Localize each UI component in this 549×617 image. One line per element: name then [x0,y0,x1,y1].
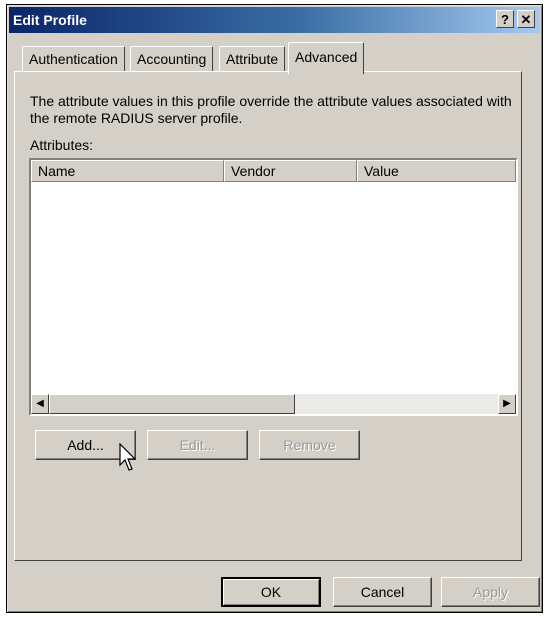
tab-accounting[interactable]: Accounting [130,46,214,72]
tab-authentication[interactable]: Authentication [22,46,125,72]
ok-button[interactable]: OK [221,577,321,607]
cancel-button[interactable]: Cancel [333,577,432,607]
title-bar[interactable]: Edit Profile ? ✕ [9,7,540,33]
scrollbar-thumb[interactable] [49,394,295,414]
edit-button[interactable]: Edit... [147,430,248,460]
advanced-description: The attribute values in this profile ove… [30,93,512,126]
column-header-name[interactable]: Name [31,160,224,182]
close-button[interactable]: ✕ [517,10,535,28]
help-button[interactable]: ? [496,10,514,28]
tab-advanced[interactable]: Advanced [288,42,365,74]
tab-attribute[interactable]: Attribute [219,46,286,72]
horizontal-scrollbar[interactable]: ◀ ▶ [31,394,516,414]
column-header-value[interactable]: Value [357,160,516,182]
attributes-label: Attributes: [30,137,94,153]
remove-button[interactable]: Remove [259,430,360,460]
attributes-list[interactable]: Name Vendor Value ◀ ▶ [29,158,518,416]
apply-button[interactable]: Apply [441,577,540,607]
mouse-pointer-icon [119,443,137,471]
scroll-right-arrow-icon[interactable]: ▶ [498,394,516,414]
scroll-left-arrow-icon[interactable]: ◀ [31,394,49,414]
column-header-vendor[interactable]: Vendor [224,160,357,182]
window-title: Edit Profile [13,12,87,28]
